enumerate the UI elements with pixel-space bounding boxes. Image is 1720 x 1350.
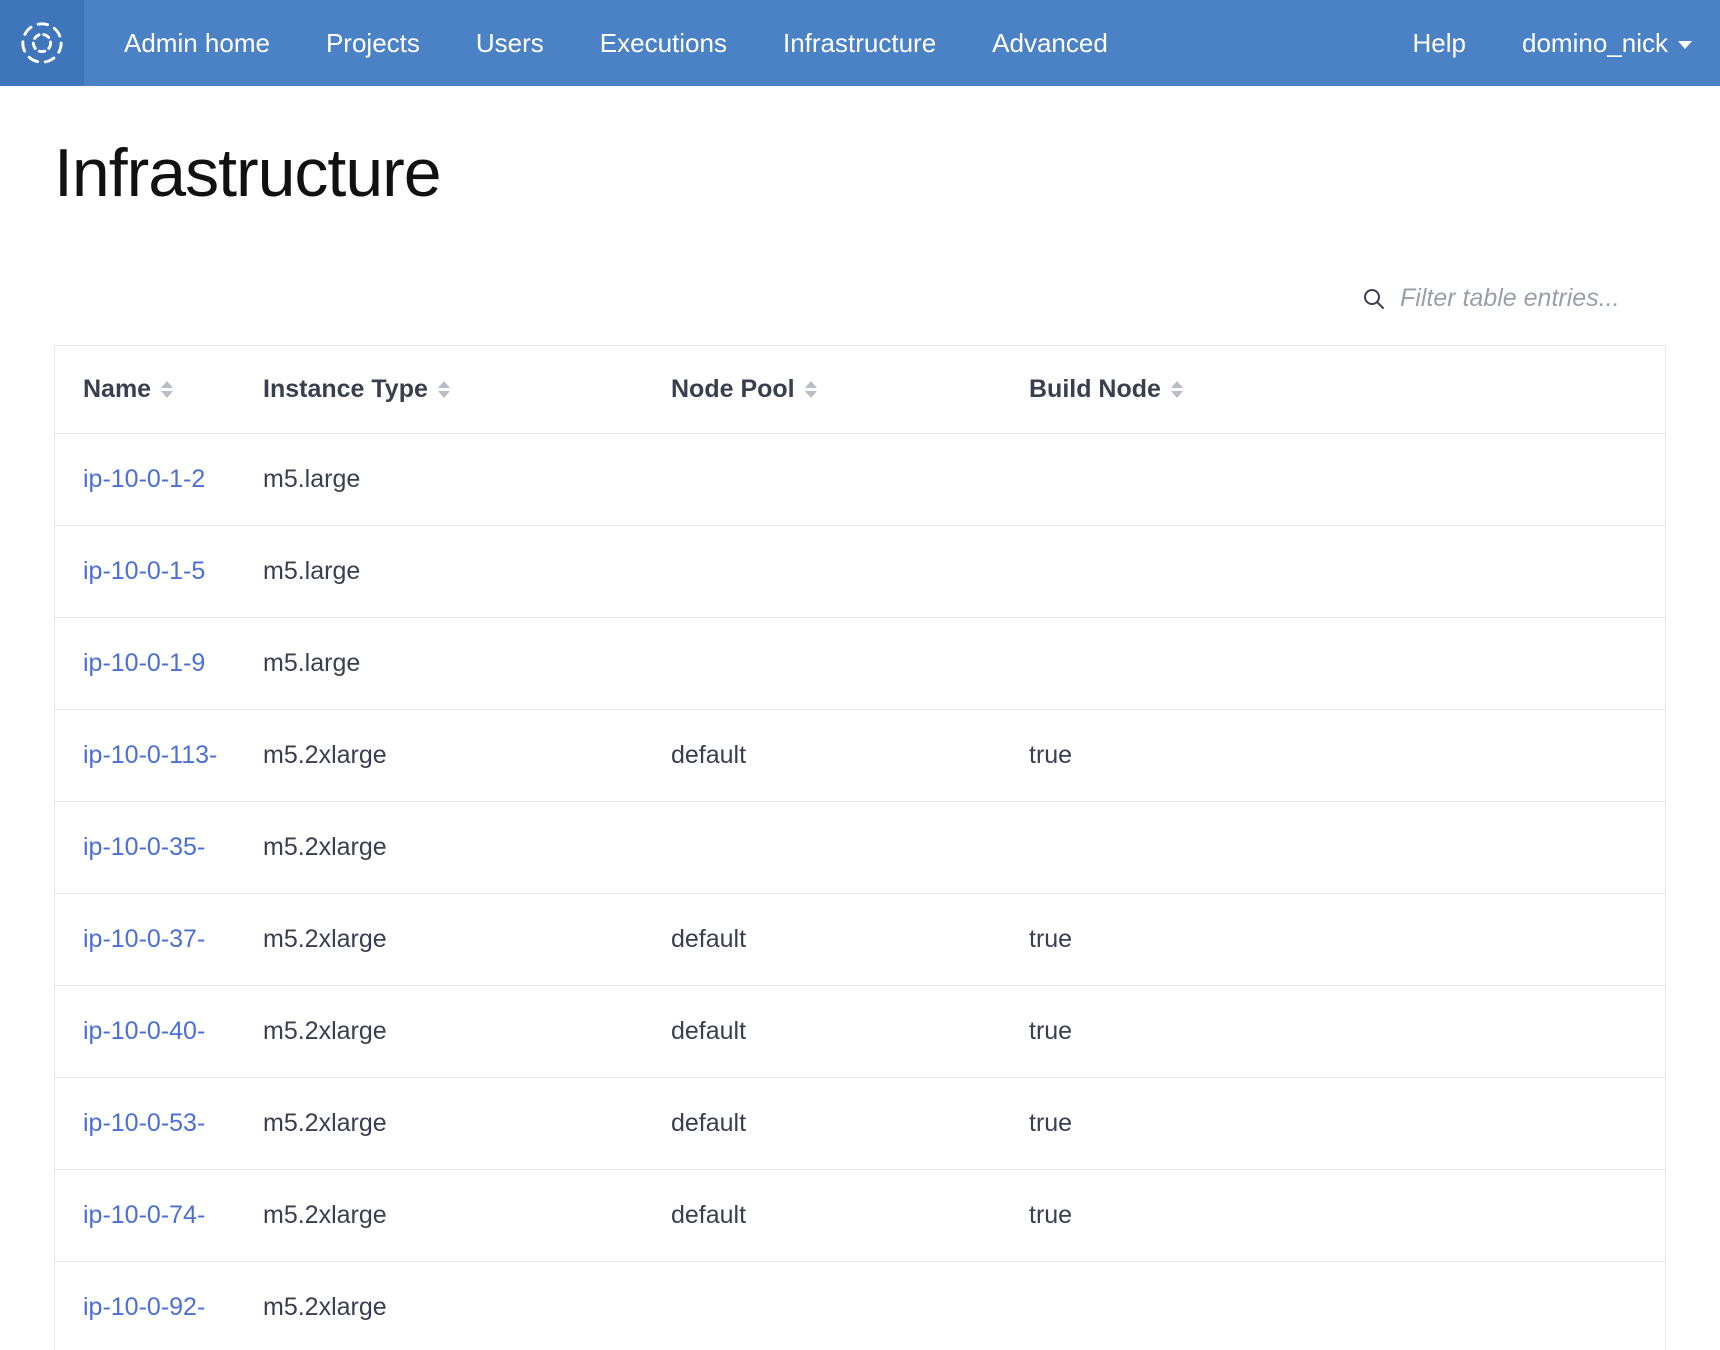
page-title: Infrastructure: [54, 134, 1666, 212]
table-row: ip-10-0-37- m5.2xlarge default true: [55, 894, 1665, 986]
top-navbar: Admin home Projects Users Executions Inf…: [0, 0, 1720, 86]
column-header-name[interactable]: Name: [83, 375, 263, 404]
cell-node-pool: default: [671, 1201, 1029, 1230]
user-menu-label: domino_nick: [1522, 28, 1668, 59]
nav-users[interactable]: Users: [476, 28, 544, 59]
table-row: ip-10-0-113- m5.2xlarge default true: [55, 710, 1665, 802]
cell-instance-type: m5.2xlarge: [263, 741, 671, 770]
table-row: ip-10-0-1-9 m5.large: [55, 618, 1665, 710]
table-row: ip-10-0-40- m5.2xlarge default true: [55, 986, 1665, 1078]
aperture-icon: [19, 20, 65, 66]
table-row: ip-10-0-1-2 m5.large: [55, 434, 1665, 526]
cell-instance-type: m5.large: [263, 465, 671, 494]
nav-infrastructure[interactable]: Infrastructure: [783, 28, 936, 59]
table-row: ip-10-0-53- m5.2xlarge default true: [55, 1078, 1665, 1170]
column-header-label: Name: [83, 375, 151, 404]
sort-icon: [805, 381, 817, 398]
node-name-link[interactable]: ip-10-0-53-: [83, 1109, 205, 1137]
page-body: Infrastructure Name Instance Type Node P…: [0, 86, 1720, 1350]
column-header-build-node[interactable]: Build Node: [1029, 375, 1637, 404]
column-header-label: Instance Type: [263, 375, 428, 404]
node-name-link[interactable]: ip-10-0-1-9: [83, 649, 205, 677]
table-row: ip-10-0-74- m5.2xlarge default true: [55, 1170, 1665, 1262]
sort-icon: [161, 381, 173, 398]
brand-logo[interactable]: [0, 0, 84, 86]
column-header-label: Node Pool: [671, 375, 795, 404]
cell-node-pool: default: [671, 925, 1029, 954]
cell-build-node: true: [1029, 741, 1637, 770]
node-name-link[interactable]: ip-10-0-1-5: [83, 557, 205, 585]
cell-instance-type: m5.2xlarge: [263, 833, 671, 862]
node-name-link[interactable]: ip-10-0-35-: [83, 833, 205, 861]
node-name-link[interactable]: ip-10-0-92-: [83, 1293, 205, 1321]
table-header-row: Name Instance Type Node Pool Build Node: [55, 346, 1665, 434]
filter-input[interactable]: [1400, 284, 1660, 313]
cell-instance-type: m5.large: [263, 557, 671, 586]
column-header-instance-type[interactable]: Instance Type: [263, 375, 671, 404]
table-row: ip-10-0-35- m5.2xlarge: [55, 802, 1665, 894]
column-header-label: Build Node: [1029, 375, 1161, 404]
nav-right-group: Help domino_nick: [1413, 28, 1692, 59]
nav-advanced[interactable]: Advanced: [992, 28, 1108, 59]
sort-icon: [438, 381, 450, 398]
sort-icon: [1171, 381, 1183, 398]
nav-admin-home[interactable]: Admin home: [124, 28, 270, 59]
nav-executions[interactable]: Executions: [600, 28, 727, 59]
chevron-down-icon: [1678, 41, 1692, 49]
cell-instance-type: m5.2xlarge: [263, 1293, 671, 1322]
infrastructure-table: Name Instance Type Node Pool Build Node …: [54, 345, 1666, 1350]
cell-node-pool: default: [671, 1109, 1029, 1138]
filter-row: [54, 284, 1666, 313]
cell-instance-type: m5.2xlarge: [263, 925, 671, 954]
column-header-node-pool[interactable]: Node Pool: [671, 375, 1029, 404]
cell-instance-type: m5.2xlarge: [263, 1017, 671, 1046]
cell-node-pool: default: [671, 741, 1029, 770]
cell-instance-type: m5.large: [263, 649, 671, 678]
cell-build-node: true: [1029, 1017, 1637, 1046]
node-name-link[interactable]: ip-10-0-1-2: [83, 465, 205, 493]
cell-build-node: true: [1029, 925, 1637, 954]
cell-instance-type: m5.2xlarge: [263, 1109, 671, 1138]
node-name-link[interactable]: ip-10-0-37-: [83, 925, 205, 953]
nav-projects[interactable]: Projects: [326, 28, 420, 59]
cell-build-node: true: [1029, 1201, 1637, 1230]
table-row: ip-10-0-1-5 m5.large: [55, 526, 1665, 618]
node-name-link[interactable]: ip-10-0-113-: [83, 741, 217, 769]
node-name-link[interactable]: ip-10-0-74-: [83, 1201, 205, 1229]
nav-left-group: Admin home Projects Users Executions Inf…: [124, 28, 1108, 59]
search-icon: [1362, 287, 1386, 311]
node-name-link[interactable]: ip-10-0-40-: [83, 1017, 205, 1045]
nav-help[interactable]: Help: [1413, 28, 1466, 59]
cell-node-pool: default: [671, 1017, 1029, 1046]
table-row: ip-10-0-92- m5.2xlarge: [55, 1262, 1665, 1350]
cell-build-node: true: [1029, 1109, 1637, 1138]
cell-instance-type: m5.2xlarge: [263, 1201, 671, 1230]
user-menu[interactable]: domino_nick: [1522, 28, 1692, 59]
